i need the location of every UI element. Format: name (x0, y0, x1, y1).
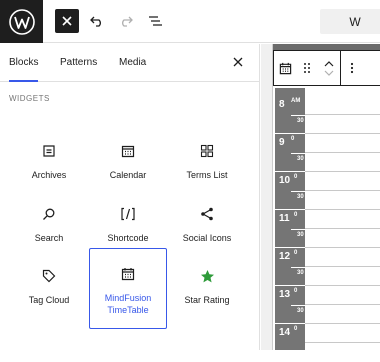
half-hour-line (291, 305, 305, 306)
block-toolbar (273, 50, 380, 86)
editor-top-bar: W (0, 0, 380, 43)
categories-icon (196, 140, 218, 162)
time-slots[interactable] (305, 88, 380, 350)
block-tag-cloud[interactable]: Tag Cloud (10, 251, 88, 331)
block-label: Terms List (186, 170, 228, 180)
time-slot[interactable] (305, 115, 380, 134)
redo-icon[interactable] (115, 10, 137, 32)
hour-row: 13 0 30 (275, 286, 305, 324)
undo-icon[interactable] (86, 10, 108, 32)
half-hour-line (291, 115, 305, 116)
share-icon (196, 203, 218, 225)
time-slot[interactable] (305, 96, 380, 115)
timetable-icon (117, 263, 139, 285)
block-label: Star Rating (184, 295, 230, 305)
tab-patterns[interactable]: Patterns (60, 44, 97, 82)
block-label: Calendar (109, 170, 147, 180)
hour-suffix: 0 (291, 136, 295, 142)
time-slot[interactable] (305, 286, 380, 305)
block-label: Social Icons (182, 233, 232, 243)
timetable-icon[interactable] (274, 51, 296, 85)
block-label: Archives (31, 170, 67, 180)
hour-row: 12 0 30 (275, 248, 305, 286)
time-slot[interactable] (305, 153, 380, 172)
hour-row: 14 0 (275, 324, 305, 362)
block-label: Shortcode (107, 233, 149, 243)
hour-suffix: 0 (294, 326, 298, 332)
half-hour-label: 30 (297, 156, 304, 162)
block-label: Search (34, 233, 64, 243)
hour-suffix: 0 (294, 174, 298, 180)
star-icon (196, 265, 218, 287)
hour-suffix: 0 (294, 288, 298, 294)
hour-suffix: AM (291, 98, 301, 104)
block-inserter-panel: Blocks Patterns Media WIDGETS Archives C… (0, 44, 260, 350)
half-hour-label: 30 (297, 232, 304, 238)
block-mindfusion-timetable[interactable]: MindFusion TimeTable (89, 248, 167, 329)
hour-suffix: 0 (294, 250, 298, 256)
chevron-down-icon[interactable] (324, 70, 334, 77)
hour-column: 8 AM 30 9 0 30 10 0 30 11 0 30 12 0 30 1… (275, 88, 305, 362)
calendar-icon (117, 140, 139, 162)
wordpress-logo-icon[interactable] (0, 0, 43, 43)
time-slot[interactable] (305, 267, 380, 286)
shortcode-icon (117, 203, 139, 225)
time-slot[interactable] (305, 324, 380, 343)
document-title-bar[interactable]: W (320, 9, 380, 34)
search-icon (38, 203, 60, 225)
half-hour-label: 30 (297, 194, 304, 200)
half-hour-label: 30 (297, 118, 304, 124)
hour-number: 12 (279, 251, 291, 262)
hour-row: 10 0 30 (275, 172, 305, 210)
half-hour-line (291, 153, 305, 154)
hour-number: 13 (279, 289, 291, 300)
tab-blocks[interactable]: Blocks (9, 44, 39, 82)
half-hour-line (291, 267, 305, 268)
more-options-icon[interactable] (341, 51, 363, 85)
time-slot[interactable] (305, 210, 380, 229)
document-title: W (349, 14, 361, 29)
archive-icon (38, 140, 60, 162)
half-hour-label: 30 (297, 308, 304, 314)
time-slot[interactable] (305, 172, 380, 191)
block-star-rating[interactable]: Star Rating (168, 251, 246, 331)
block-label: Tag Cloud (28, 295, 70, 305)
block-label: MindFusion TimeTable (104, 293, 152, 315)
hour-row: 8 AM 30 (275, 96, 305, 134)
close-panel-icon[interactable] (231, 55, 245, 69)
timetable-block-preview[interactable]: 8 AM 30 9 0 30 10 0 30 11 0 30 12 0 30 1… (272, 44, 380, 362)
close-inserter-button[interactable] (55, 9, 79, 33)
timetable-grid: 8 AM 30 9 0 30 10 0 30 11 0 30 12 0 30 1… (273, 88, 380, 362)
half-hour-line (291, 191, 305, 192)
hour-row: 9 0 30 (275, 134, 305, 172)
tab-media[interactable]: Media (119, 44, 146, 82)
hour-number: 8 (279, 99, 285, 110)
list-view-icon[interactable] (144, 10, 166, 32)
time-slot[interactable] (305, 248, 380, 267)
hour-number: 10 (279, 175, 291, 186)
half-hour-label: 30 (297, 270, 304, 276)
time-slot[interactable] (305, 191, 380, 210)
move-up-down-control[interactable] (318, 51, 340, 85)
half-hour-line (291, 229, 305, 230)
hour-row: 11 0 30 (275, 210, 305, 248)
drag-handle-icon[interactable] (296, 51, 318, 85)
hour-number: 9 (279, 137, 285, 148)
chevron-up-icon[interactable] (324, 60, 334, 67)
hour-number: 14 (279, 327, 291, 338)
hour-suffix: 0 (294, 212, 298, 218)
time-slot[interactable] (305, 229, 380, 248)
inserter-tabs: Blocks Patterns Media (0, 44, 259, 82)
tag-icon (38, 265, 60, 287)
time-slot[interactable] (305, 305, 380, 324)
section-title-widgets: WIDGETS (9, 94, 50, 103)
time-slot[interactable] (305, 134, 380, 153)
hour-number: 11 (279, 213, 290, 224)
